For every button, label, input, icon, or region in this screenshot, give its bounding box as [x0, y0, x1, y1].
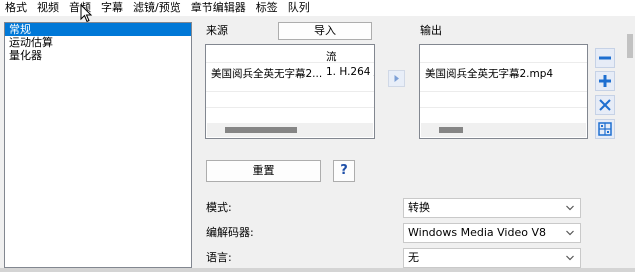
list-divider	[206, 107, 374, 108]
source-stream-list[interactable]: 流 美国阅兵全英无字幕2... 1. H.264 /	[205, 44, 375, 139]
decoder-value: Windows Media Video V8	[408, 226, 546, 239]
list-divider	[206, 91, 374, 92]
category-item-quantizer[interactable]: 量化器	[5, 49, 191, 62]
list-divider	[420, 107, 587, 108]
chevron-down-icon	[566, 230, 574, 236]
chevron-down-icon	[566, 205, 574, 211]
output-horizontal-scrollbar[interactable]	[421, 123, 586, 137]
output-list[interactable]: 美国阅兵全英无字幕2.mp4	[419, 44, 588, 139]
language-select[interactable]: 无	[403, 248, 581, 268]
language-label: 语言:	[206, 251, 232, 264]
source-stream-value[interactable]: 1. H.264 /	[326, 66, 374, 78]
import-button[interactable]: 导入	[278, 22, 372, 40]
reset-button[interactable]: 重置	[206, 160, 321, 182]
decoder-label: 编解码器:	[206, 226, 254, 239]
scrollbar-thumb[interactable]	[627, 34, 633, 58]
plus-icon	[599, 75, 611, 87]
mode-select[interactable]: 转换	[403, 198, 581, 218]
add-button[interactable]	[595, 71, 615, 91]
source-file-name[interactable]: 美国阅兵全英无字幕2...	[211, 66, 322, 81]
list-divider	[420, 62, 587, 63]
menu-bar: 格式 视频 音频 字幕 滤镜/预览 章节编辑器 标签 队列	[0, 0, 635, 16]
mode-label: 模式:	[206, 201, 232, 214]
remove-button[interactable]	[595, 48, 615, 68]
scrollbar-thumb[interactable]	[439, 127, 463, 133]
add-to-output-button[interactable]	[388, 70, 405, 87]
window-bottom-edge	[0, 268, 635, 272]
delete-button[interactable]	[595, 95, 615, 115]
list-divider	[206, 62, 374, 63]
close-icon	[599, 99, 611, 111]
menu-item-tags[interactable]: 标签	[251, 0, 283, 16]
menu-item-video[interactable]: 视频	[32, 0, 64, 16]
category-item-motion-estimation[interactable]: 运动估算	[5, 36, 191, 49]
output-heading: 输出	[420, 24, 442, 37]
source-heading: 来源	[206, 24, 228, 37]
decoder-select[interactable]: Windows Media Video V8	[403, 223, 581, 243]
menu-item-queue[interactable]: 队列	[283, 0, 315, 16]
list-divider	[420, 91, 587, 92]
scrollbar-thumb[interactable]	[225, 127, 297, 133]
chevron-down-icon	[566, 255, 574, 261]
source-horizontal-scrollbar[interactable]	[207, 123, 373, 137]
menu-item-subtitles[interactable]: 字幕	[96, 0, 128, 16]
grid-button[interactable]	[595, 119, 615, 139]
help-button[interactable]: ?	[333, 160, 355, 182]
menu-item-format[interactable]: 格式	[0, 0, 32, 16]
minus-icon	[599, 56, 611, 60]
menu-item-chapter-editor[interactable]: 章节编辑器	[186, 0, 251, 16]
menu-item-filters-preview[interactable]: 滤镜/预览	[128, 0, 186, 16]
category-item-general[interactable]: 常规	[5, 23, 191, 36]
language-value: 无	[408, 251, 419, 264]
output-file-name[interactable]: 美国阅兵全英无字幕2.mp4	[425, 66, 553, 81]
mode-value: 转换	[408, 201, 430, 214]
vertical-scrollbar[interactable]	[624, 16, 635, 268]
category-list[interactable]: 常规 运动估算 量化器	[4, 22, 192, 268]
mouse-cursor-icon	[80, 4, 93, 23]
arrow-right-icon	[394, 75, 399, 82]
grid-icon	[598, 122, 612, 136]
